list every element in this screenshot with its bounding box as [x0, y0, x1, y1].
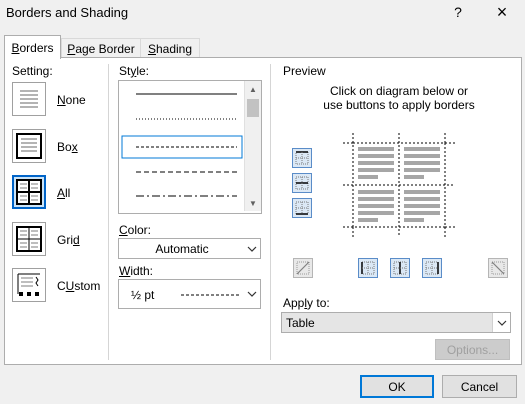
inside-horizontal-border-icon: [295, 176, 309, 190]
bottom-border-button[interactable]: [292, 198, 312, 218]
setting-custom[interactable]: CUstom: [12, 268, 102, 306]
inside-horizontal-border-button[interactable]: [292, 173, 312, 193]
tab-shading-label: Shading: [147, 41, 193, 56]
color-value: Automatic: [155, 242, 209, 256]
style-heading: Style:: [119, 64, 150, 78]
chevron-down-icon: [243, 280, 260, 308]
tab-shading[interactable]: Shading: [140, 38, 200, 58]
tab-borders-label: Borders: [11, 40, 54, 55]
scroll-thumb[interactable]: [247, 99, 259, 117]
setting-grid-label: Grid: [57, 233, 80, 247]
setting-custom-icon: [12, 268, 46, 302]
setting-grid-icon: [12, 222, 46, 256]
tab-page-border[interactable]: Page Border: [61, 38, 141, 58]
options-button[interactable]: Options...: [435, 339, 510, 360]
setting-heading: Setting:: [12, 64, 53, 78]
help-icon: ?: [454, 4, 462, 20]
chevron-down-icon: [492, 313, 510, 332]
help-button[interactable]: ?: [440, 0, 476, 24]
apply-to-heading: Apply to:: [283, 296, 330, 310]
divider-left: [108, 64, 109, 360]
cancel-button[interactable]: Cancel: [442, 375, 517, 398]
scroll-down-arrow-icon[interactable]: ▼: [245, 195, 261, 211]
setting-custom-label: CUstom: [57, 279, 101, 293]
bottom-border-icon: [295, 201, 309, 215]
setting-none[interactable]: None: [12, 82, 102, 120]
style-scrollbar[interactable]: ▲ ▼: [244, 81, 261, 211]
inside-vertical-border-icon: [393, 261, 407, 275]
style-options: [121, 93, 243, 197]
right-border-icon: [425, 261, 439, 275]
apply-to-dropdown[interactable]: Table: [281, 312, 511, 333]
apply-to-value: Table: [286, 316, 315, 330]
window-title: Borders and Shading: [6, 5, 129, 20]
diagonal-down-icon: [296, 261, 310, 275]
tab-borders[interactable]: Borders: [4, 35, 61, 59]
close-icon: ×: [496, 1, 508, 22]
top-border-icon: [295, 151, 309, 165]
color-dropdown[interactable]: Automatic: [118, 238, 261, 259]
right-border-button[interactable]: [422, 258, 442, 278]
setting-box[interactable]: Box: [12, 129, 102, 167]
setting-none-label: None: [57, 93, 86, 107]
preview-diagram[interactable]: [341, 131, 459, 241]
inside-vertical-border-button[interactable]: [390, 258, 410, 278]
width-heading: Width:: [119, 264, 154, 278]
setting-box-label: Box: [57, 140, 78, 154]
preview-instruction-1: Click on diagram below or: [329, 84, 469, 98]
setting-grid[interactable]: Grid: [12, 222, 102, 260]
setting-all-icon: [12, 175, 46, 209]
color-heading: Color:: [119, 223, 152, 237]
top-border-button[interactable]: [292, 148, 312, 168]
ok-button[interactable]: OK: [360, 375, 434, 398]
preview-heading: Preview: [283, 64, 326, 78]
diagonal-up-border-button[interactable]: [488, 258, 508, 278]
close-button[interactable]: ×: [484, 0, 520, 24]
setting-all[interactable]: All: [12, 175, 102, 213]
style-listbox[interactable]: ▲ ▼: [118, 80, 262, 214]
width-dropdown[interactable]: ½ pt: [118, 279, 261, 309]
width-line-sample: [181, 294, 241, 296]
tab-page-border-label: Page Border: [67, 41, 135, 56]
divider-right: [270, 64, 271, 360]
width-value: ½ pt: [131, 288, 155, 302]
diagonal-down-border-button[interactable]: [293, 258, 313, 278]
preview-instruction-2: use buttons to apply borders: [323, 98, 475, 112]
chevron-down-icon: [243, 239, 260, 258]
scroll-up-arrow-icon[interactable]: ▲: [245, 81, 261, 97]
setting-none-icon: [12, 82, 46, 116]
left-border-icon: [361, 261, 375, 275]
diagonal-up-icon: [491, 261, 505, 275]
setting-box-icon: [12, 129, 46, 163]
setting-all-label: All: [57, 186, 71, 200]
left-border-button[interactable]: [358, 258, 378, 278]
